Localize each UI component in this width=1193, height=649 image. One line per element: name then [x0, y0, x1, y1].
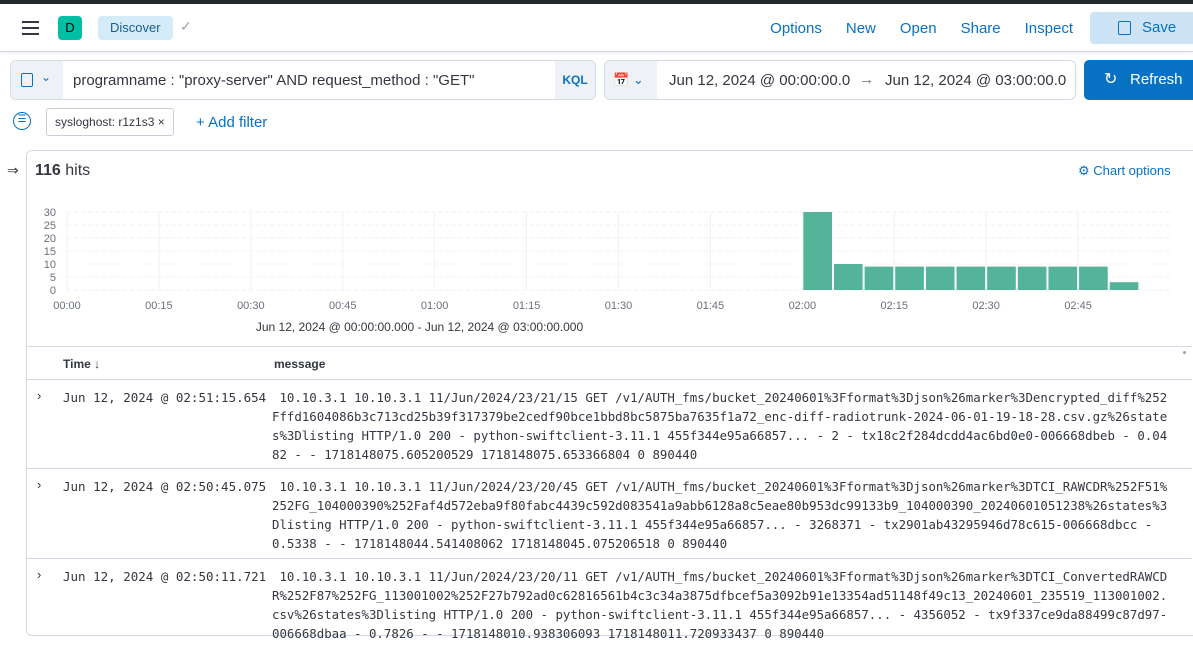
new-link[interactable]: New — [846, 20, 876, 37]
hits-label: hits — [65, 162, 91, 179]
table-row: › Jun 12, 2024 @ 02:50:45.075 10.10.3.1 … — [27, 469, 1192, 559]
table-header: Time ↓ message — [27, 346, 1192, 380]
query-input[interactable]: programname : "proxy-server" AND request… — [73, 72, 474, 89]
refresh-button[interactable]: ↻ Refresh — [1084, 60, 1193, 100]
row-message: 10.10.3.1 10.10.3.1 11/Jun/2024/23/20/11… — [272, 569, 1168, 641]
filter-menu-icon[interactable]: ☰ — [13, 112, 31, 130]
row-message: 10.10.3.1 10.10.3.1 11/Jun/2024/23/21/15… — [272, 390, 1168, 462]
breadcrumb-discover[interactable]: Discover — [98, 16, 173, 40]
x-tick-label: 00:00 — [53, 300, 81, 312]
end-date[interactable]: Jun 12, 2024 @ 03:00:00.0 — [885, 72, 1066, 89]
kql-toggle[interactable]: KQL — [555, 61, 595, 99]
x-tick-label: 01:30 — [605, 300, 633, 312]
x-tick-label: 01:00 — [421, 300, 449, 312]
arrow-right-icon: → — [859, 71, 874, 88]
x-tick-label: 02:00 — [789, 300, 817, 312]
column-time[interactable]: Time ↓ — [63, 357, 100, 371]
y-tick-label: 10 — [44, 259, 56, 271]
app-header: D Discover ✓ Options New Open Share Insp… — [0, 4, 1193, 52]
share-link[interactable]: Share — [961, 20, 1001, 37]
save-icon — [1118, 21, 1131, 35]
histogram-bar — [1048, 266, 1078, 290]
hits-number: 116 — [35, 162, 61, 179]
time-range-label: Jun 12, 2024 @ 00:00:00.000 - Jun 12, 20… — [255, 320, 584, 334]
gear-icon: ⚙ — [1078, 163, 1090, 178]
filter-pill[interactable]: sysloghost: r1z1s3 × — [46, 108, 174, 136]
top-nav: Options New Open Share Inspect — [770, 20, 1073, 37]
date-picker: 📅 ⌄ Jun 12, 2024 @ 00:00:00.0 → Jun 12, … — [604, 60, 1076, 100]
chevron-down-icon: ⌄ — [632, 72, 644, 87]
refresh-icon: ↻ — [1104, 71, 1118, 88]
collapse-sidebar-icon[interactable]: ⇒ — [7, 162, 19, 179]
histogram-bar — [925, 266, 955, 290]
scrollbar[interactable] — [1183, 351, 1186, 354]
expand-row-icon[interactable]: › — [37, 477, 41, 492]
histogram-bar — [1079, 266, 1108, 290]
y-tick-label: 5 — [50, 272, 56, 284]
x-tick-label: 01:45 — [697, 300, 725, 312]
y-tick-label: 15 — [44, 246, 56, 258]
table-row: › Jun 12, 2024 @ 02:50:11.721 10.10.3.1 … — [27, 559, 1192, 649]
chart-options-button[interactable]: ⚙ Chart options — [1078, 163, 1171, 179]
x-tick-label: 00:45 — [329, 300, 357, 312]
start-date[interactable]: Jun 12, 2024 @ 00:00:00.0 — [669, 72, 850, 89]
row-time: Jun 12, 2024 @ 02:51:15.654 — [63, 390, 267, 405]
y-tick-label: 25 — [44, 220, 56, 232]
histogram-bar — [1109, 282, 1139, 290]
histogram-bar — [833, 264, 863, 290]
expand-row-icon[interactable]: › — [37, 567, 41, 582]
query-bar: ⌄ programname : "proxy-server" AND reque… — [10, 60, 596, 100]
histogram-bar — [1017, 266, 1047, 290]
space-avatar[interactable]: D — [58, 16, 82, 40]
inspect-link[interactable]: Inspect — [1025, 20, 1073, 37]
histogram-bar — [956, 266, 986, 290]
row-message: 10.10.3.1 10.10.3.1 11/Jun/2024/23/20/45… — [272, 479, 1168, 551]
x-tick-label: 02:45 — [1064, 300, 1092, 312]
open-link[interactable]: Open — [900, 20, 937, 37]
saved-query-menu-button[interactable]: ⌄ — [11, 61, 63, 99]
row-time: Jun 12, 2024 @ 02:50:11.721 — [63, 569, 267, 584]
expand-row-icon[interactable]: › — [37, 388, 41, 403]
hits-count: 116 hits — [35, 162, 90, 180]
chevron-down-icon: ⌄ — [41, 70, 52, 84]
close-icon[interactable]: × — [158, 115, 165, 129]
histogram-bar — [864, 266, 894, 290]
hamburger-menu-icon[interactable] — [22, 21, 39, 35]
refresh-label: Refresh — [1130, 71, 1183, 88]
histogram-bar — [895, 266, 924, 290]
x-tick-label: 02:15 — [880, 300, 908, 312]
histogram-bar — [987, 266, 1016, 290]
histogram-chart: 051015202530 00:00 00:15 00:30 00:45 01:00 01:… — [44, 207, 1170, 312]
x-tick-label: 02:30 — [972, 300, 1000, 312]
save-query-icon — [21, 73, 33, 87]
filter-pill-label: sysloghost: r1z1s3 — [55, 115, 155, 129]
x-tick-label: 00:15 — [145, 300, 173, 312]
check-icon: ✓ — [180, 18, 192, 34]
add-filter-button[interactable]: + Add filter — [196, 114, 267, 131]
histogram-bar — [803, 212, 832, 290]
save-label: Save — [1142, 19, 1177, 36]
x-tick-label: 01:15 — [513, 300, 541, 312]
y-tick-label: 20 — [44, 233, 56, 245]
column-message[interactable]: message — [274, 357, 325, 371]
x-tick-label: 00:30 — [237, 300, 265, 312]
calendar-icon: 📅 — [613, 72, 630, 87]
save-button[interactable]: Save — [1090, 12, 1193, 44]
row-time: Jun 12, 2024 @ 02:50:45.075 — [63, 479, 267, 494]
chart-options-label: Chart options — [1093, 163, 1171, 178]
y-tick-label: 30 — [44, 207, 56, 219]
quick-menu-button[interactable]: 📅 ⌄ — [605, 61, 657, 99]
y-tick-label: 0 — [50, 285, 56, 297]
table-row: › Jun 12, 2024 @ 02:51:15.654 10.10.3.1 … — [27, 380, 1192, 469]
options-link[interactable]: Options — [770, 20, 822, 37]
